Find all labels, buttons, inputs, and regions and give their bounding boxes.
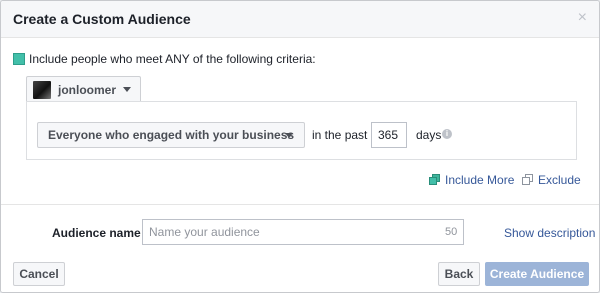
create-audience-button[interactable]: Create Audience [485, 262, 589, 286]
include-more-icon [429, 174, 441, 186]
dialog-footer: Cancel Back Create Audience [1, 257, 599, 292]
page-name: jonloomer [58, 82, 117, 97]
days-input[interactable] [371, 122, 407, 148]
days-label: days [416, 128, 442, 142]
audience-name-label: Audience name [52, 226, 141, 240]
chevron-down-icon [123, 87, 132, 92]
section-divider [1, 204, 599, 205]
include-square-icon [13, 53, 25, 65]
page-selector-dropdown[interactable]: jonloomer [26, 76, 141, 102]
criteria-text: Include people who meet ANY of the follo… [29, 52, 316, 66]
info-icon[interactable]: i [442, 129, 452, 139]
criteria-row: Include people who meet ANY of the follo… [13, 52, 316, 66]
exclude-link[interactable]: Exclude [522, 173, 581, 187]
audience-name-input[interactable] [142, 219, 464, 245]
in-the-past-label: in the past [312, 128, 368, 142]
dialog-header: Create a Custom Audience × [1, 1, 599, 38]
exclude-label: Exclude [538, 173, 581, 187]
char-count: 50 [445, 226, 458, 238]
cancel-button[interactable]: Cancel [13, 262, 65, 286]
include-more-link[interactable]: Include More [429, 173, 514, 187]
chevron-down-icon [285, 133, 293, 138]
include-more-label: Include More [445, 173, 515, 187]
engagement-type-label: Everyone who engaged with your business [48, 128, 295, 142]
rule-box: Everyone who engaged with your business … [26, 101, 577, 160]
engagement-type-dropdown[interactable]: Everyone who engaged with your business [37, 122, 305, 148]
show-description-link[interactable]: Show description [504, 226, 595, 240]
exclude-icon [522, 174, 534, 186]
page-avatar [33, 80, 51, 99]
back-button[interactable]: Back [438, 262, 480, 286]
dialog-title: Create a Custom Audience [13, 11, 191, 27]
create-custom-audience-dialog: Create a Custom Audience × Include peopl… [0, 0, 600, 293]
close-icon[interactable]: × [578, 10, 587, 26]
